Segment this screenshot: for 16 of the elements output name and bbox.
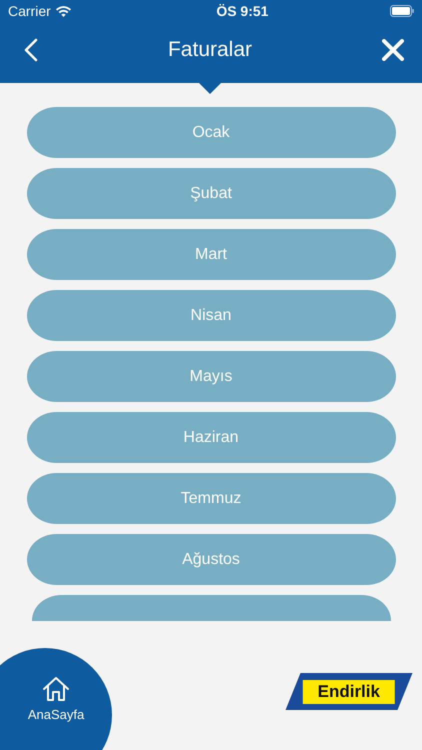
status-time: ÖS 9:51: [216, 3, 268, 19]
month-button[interactable]: Ağustos: [26, 534, 396, 585]
home-button[interactable]: AnaSayfa: [0, 648, 112, 750]
month-button[interactable]: Mayıs: [26, 351, 396, 402]
battery-icon: [390, 5, 414, 17]
month-button[interactable]: Şubat: [26, 168, 396, 219]
home-icon: [41, 675, 71, 703]
carrier-label: Carrier: [8, 3, 51, 19]
month-button[interactable]: Mart: [26, 229, 396, 280]
month-button[interactable]: Haziran: [26, 412, 396, 463]
wifi-icon: [56, 6, 71, 16]
month-button[interactable]: Ocak: [26, 107, 396, 158]
nav-title: Faturalar: [168, 38, 252, 62]
brand-logo: Endirlik: [286, 673, 412, 710]
month-button[interactable]: Nisan: [26, 290, 396, 341]
month-button[interactable]: Temmuz: [26, 473, 396, 524]
